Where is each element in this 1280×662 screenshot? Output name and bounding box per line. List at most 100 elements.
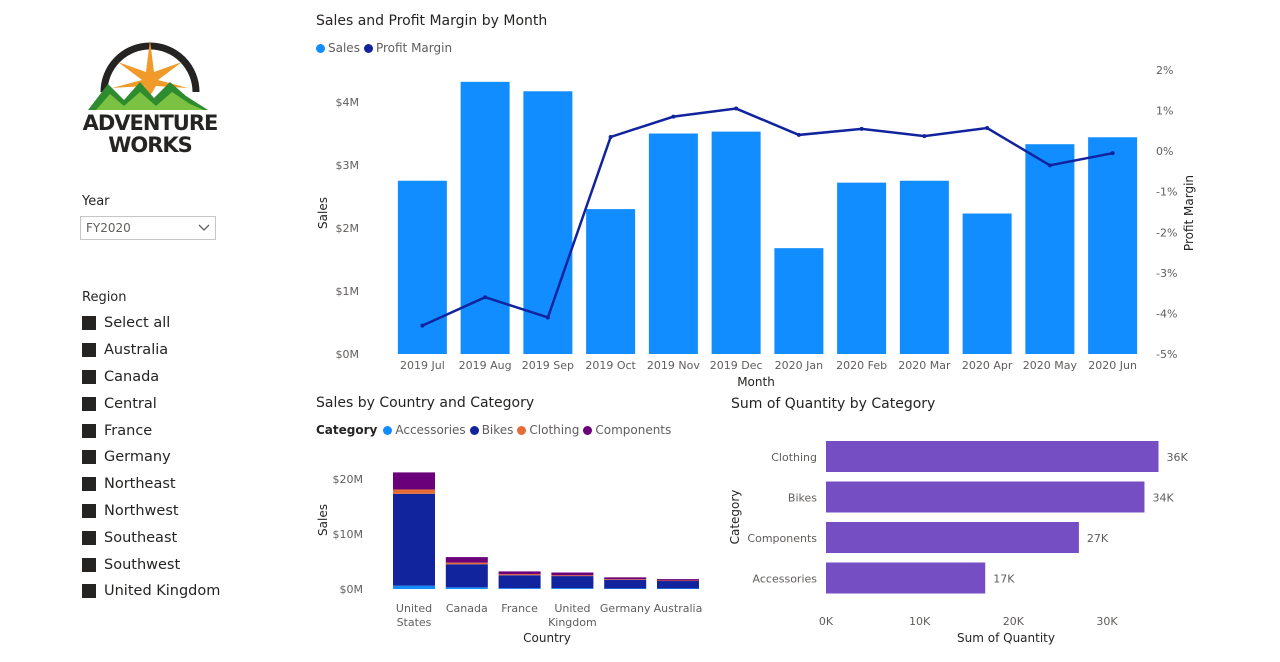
y-tick-label: Accessories xyxy=(753,573,818,586)
profit-margin-point[interactable] xyxy=(1047,163,1052,168)
stacked-bar-segment-components[interactable] xyxy=(393,472,435,490)
stacked-bar-segment-components[interactable] xyxy=(604,577,647,580)
profit-margin-point[interactable] xyxy=(545,315,550,320)
stacked-bar-segment-components[interactable] xyxy=(551,572,594,576)
region-option-label: Southwest xyxy=(104,556,181,573)
profit-margin-point[interactable] xyxy=(922,134,927,139)
year-slicer-title: Year xyxy=(82,194,110,209)
stacked-bar-segment-accessories[interactable] xyxy=(657,588,699,589)
logo-text-line2: Works xyxy=(108,133,193,157)
sales-bar[interactable] xyxy=(1088,137,1138,354)
stacked-bar-segment-bikes[interactable] xyxy=(393,493,435,586)
sales-bar[interactable] xyxy=(397,180,447,354)
checkbox-icon[interactable] xyxy=(82,343,96,358)
region-option-australia[interactable]: Australia xyxy=(82,337,220,364)
stacked-bar-segment-bikes[interactable] xyxy=(657,581,699,589)
profit-margin-point[interactable] xyxy=(985,126,990,131)
stacked-bar-segment-clothing[interactable] xyxy=(604,579,647,580)
legend-item-accessories[interactable]: Accessories xyxy=(383,423,466,437)
region-option-germany[interactable]: Germany xyxy=(82,444,220,471)
x-tick-label: 2020 Jan xyxy=(775,359,823,372)
sales-bar[interactable] xyxy=(586,209,636,354)
stacked-bar-segment-components[interactable] xyxy=(498,571,541,575)
region-option-southwest[interactable]: Southwest xyxy=(82,551,220,578)
region-option-central[interactable]: Central xyxy=(82,390,220,417)
y-tick-label: $2M xyxy=(336,222,360,235)
stacked-bar-segment-accessories[interactable] xyxy=(393,585,435,589)
sales-bar[interactable] xyxy=(837,182,887,354)
profit-margin-point[interactable] xyxy=(608,134,613,139)
stacked-bar-segment-bikes[interactable] xyxy=(498,575,541,589)
stacked-bar-segment-accessories[interactable] xyxy=(445,587,488,589)
region-option-select-all[interactable]: Select all xyxy=(82,310,220,337)
checkbox-icon[interactable] xyxy=(82,396,96,411)
legend-item-bikes[interactable]: Bikes xyxy=(469,423,513,437)
stacked-bar-segment-clothing[interactable] xyxy=(551,575,594,577)
checkbox-icon[interactable] xyxy=(82,530,96,545)
x-tick-label: 2019 Jul xyxy=(400,359,445,372)
region-option-northeast[interactable]: Northeast xyxy=(82,471,220,498)
checkbox-icon[interactable] xyxy=(82,477,96,492)
sales-bar[interactable] xyxy=(962,213,1012,354)
year-dropdown[interactable]: FY2020 xyxy=(80,216,216,240)
x-tick-label: 2020 Feb xyxy=(836,359,887,372)
checkbox-icon[interactable] xyxy=(82,557,96,572)
profit-margin-point[interactable] xyxy=(734,106,739,111)
profit-margin-point[interactable] xyxy=(1110,151,1115,156)
sales-bar[interactable] xyxy=(1025,144,1075,354)
quantity-bar-bikes[interactable] xyxy=(826,481,1145,513)
quantity-bar-components[interactable] xyxy=(826,522,1079,553)
checkbox-icon[interactable] xyxy=(82,369,96,384)
region-option-united-kingdom[interactable]: United Kingdom xyxy=(82,578,220,605)
legend-item-components[interactable]: Components xyxy=(583,423,671,437)
legend-item-clothing[interactable]: Clothing xyxy=(517,423,579,437)
legend-item-profit-margin[interactable]: Profit Margin xyxy=(363,41,453,55)
stacked-bar-segment-clothing[interactable] xyxy=(393,489,435,494)
stacked-bar-segment-components[interactable] xyxy=(445,557,488,563)
stacked-bar-segment-accessories[interactable] xyxy=(551,588,594,589)
legend-item-sales[interactable]: Sales xyxy=(316,41,360,55)
sales-bar[interactable] xyxy=(774,248,824,354)
stacked-bar-segment-bikes[interactable] xyxy=(604,579,647,589)
y-axis-title: Sales xyxy=(316,197,330,229)
stacked-bar-segment-components[interactable] xyxy=(657,579,699,581)
profit-margin-point[interactable] xyxy=(420,323,425,328)
legend-label-profit-margin: Profit Margin xyxy=(375,41,453,55)
profit-margin-point[interactable] xyxy=(671,114,676,119)
checkbox-icon[interactable] xyxy=(82,423,96,438)
stacked-bar-segment-accessories[interactable] xyxy=(498,588,541,589)
profit-margin-point[interactable] xyxy=(483,295,488,300)
y-tick-label: $0M xyxy=(336,348,360,361)
sales-margin-chart[interactable]: $0M $1M $2M $3M $4M -5% -4% -3% -2% -1% 0% 1% 2% Sale… xyxy=(300,55,1220,395)
region-option-southeast[interactable]: Southeast xyxy=(82,524,220,551)
profit-margin-point[interactable] xyxy=(796,132,801,137)
checkbox-icon[interactable] xyxy=(82,316,96,331)
stacked-bar-segment-bikes[interactable] xyxy=(551,576,594,589)
quantity-bar-accessories[interactable] xyxy=(826,562,986,594)
region-option-france[interactable]: France xyxy=(82,417,220,444)
checkbox-icon[interactable] xyxy=(82,503,96,518)
stacked-bar-segment-clothing[interactable] xyxy=(657,580,699,582)
region-option-northwest[interactable]: Northwest xyxy=(82,498,220,525)
sales-bar[interactable] xyxy=(899,180,949,354)
y-tick-label: Clothing xyxy=(771,451,817,464)
sales-bar[interactable] xyxy=(648,133,698,355)
stacked-bar-segment-clothing[interactable] xyxy=(445,562,488,565)
x-tick-label: 2020 May xyxy=(1023,359,1078,372)
quantity-category-chart[interactable]: Category Sum of Quantity 0K 10K 20K 30K Clothi… xyxy=(725,420,1215,660)
sales-bar[interactable] xyxy=(460,81,510,354)
y2-axis-title: Profit Margin xyxy=(1182,175,1196,251)
sales-bar[interactable] xyxy=(711,131,761,354)
stacked-bar-segment-bikes[interactable] xyxy=(445,564,488,588)
y2-tick-label: 2% xyxy=(1156,64,1173,77)
region-option-canada[interactable]: Canada xyxy=(82,364,220,391)
checkbox-icon[interactable] xyxy=(82,450,96,465)
quantity-bar-clothing[interactable] xyxy=(826,441,1159,472)
country-category-chart[interactable]: $0M $10M $20M Sales Country United States Canad… xyxy=(300,440,720,660)
legend-title-category: Category xyxy=(316,423,378,437)
stacked-bar-segment-clothing[interactable] xyxy=(498,574,541,576)
checkbox-icon[interactable] xyxy=(82,584,96,599)
chevron-down-icon xyxy=(198,224,210,231)
stacked-bar-segment-accessories[interactable] xyxy=(604,588,647,589)
profit-margin-point[interactable] xyxy=(859,126,864,131)
